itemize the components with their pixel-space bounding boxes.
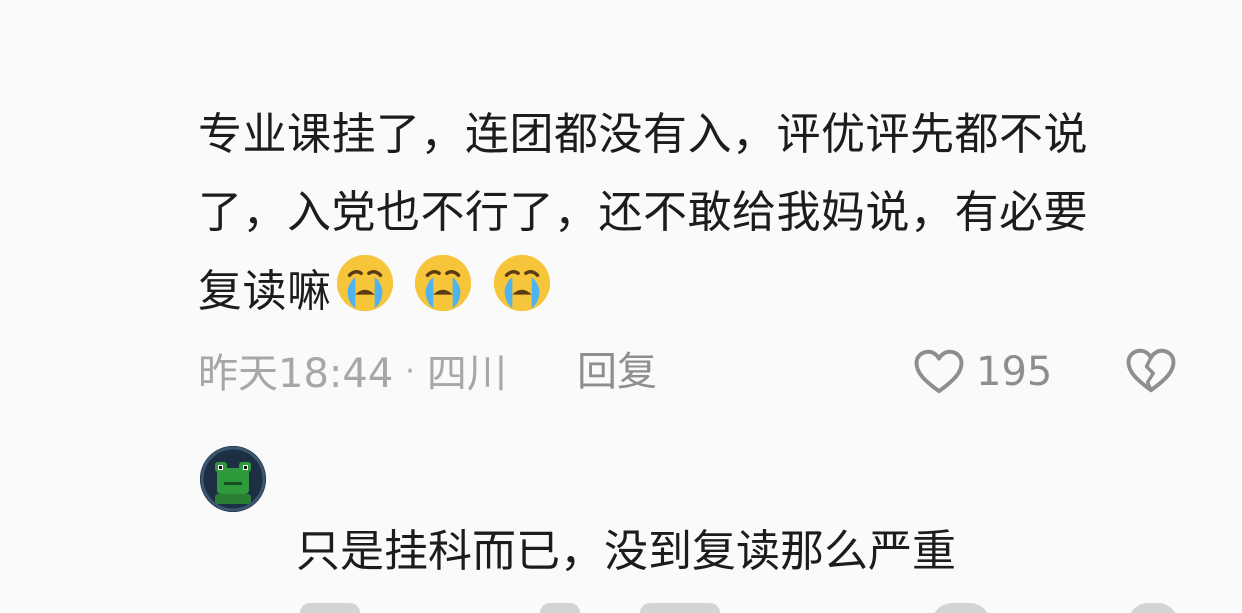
reply-text-content: 只是挂科而已，没到复读那么严重 (296, 526, 956, 577)
heart-icon (914, 349, 964, 394)
comment-line: 复读嘛 (198, 252, 1198, 339)
next-row-cutoff (0, 598, 1242, 613)
crying-face-emoji-icon (414, 254, 472, 312)
green-frog-avatar-icon (200, 446, 266, 512)
comment-time: 昨天18:44 (198, 351, 394, 397)
reply-button[interactable]: 回复 (577, 340, 657, 404)
like-count: 195 (976, 349, 1053, 395)
dislike-button[interactable] (1124, 344, 1178, 402)
avatar[interactable] (200, 446, 266, 512)
cutoff-broken-heart-icon (1128, 603, 1178, 613)
cutoff-text (540, 603, 580, 613)
cutoff-text (640, 603, 720, 613)
crying-face-emoji-icon (336, 254, 393, 312)
text-fade-overlay (996, 520, 1056, 582)
cutoff-text (300, 603, 360, 613)
cutoff-heart-icon (932, 603, 990, 613)
comment-text: 专业课挂了，连团都没有入，评优评先都不说 了，入党也不行了，还不敢给我妈说，有必… (198, 96, 1198, 339)
emoji-group (334, 252, 555, 339)
like-button[interactable]: 195 (912, 342, 1052, 402)
comment-location: 四川 (426, 351, 507, 397)
reply-text: 只是挂科而已，没到复读那么严重 (296, 520, 1056, 582)
crying-face-emoji-icon (493, 254, 550, 312)
comment-line: 了，入党也不行了，还不敢给我妈说，有必要 (198, 187, 1088, 238)
comment-meta: 昨天18:44 · 四川 (198, 340, 507, 406)
comment-line: 专业课挂了，连团都没有入，评优评先都不说 (198, 109, 1088, 160)
meta-separator: · (405, 354, 415, 389)
comment-line-text: 复读嘛 (198, 266, 332, 317)
broken-heart-icon (1126, 348, 1176, 393)
